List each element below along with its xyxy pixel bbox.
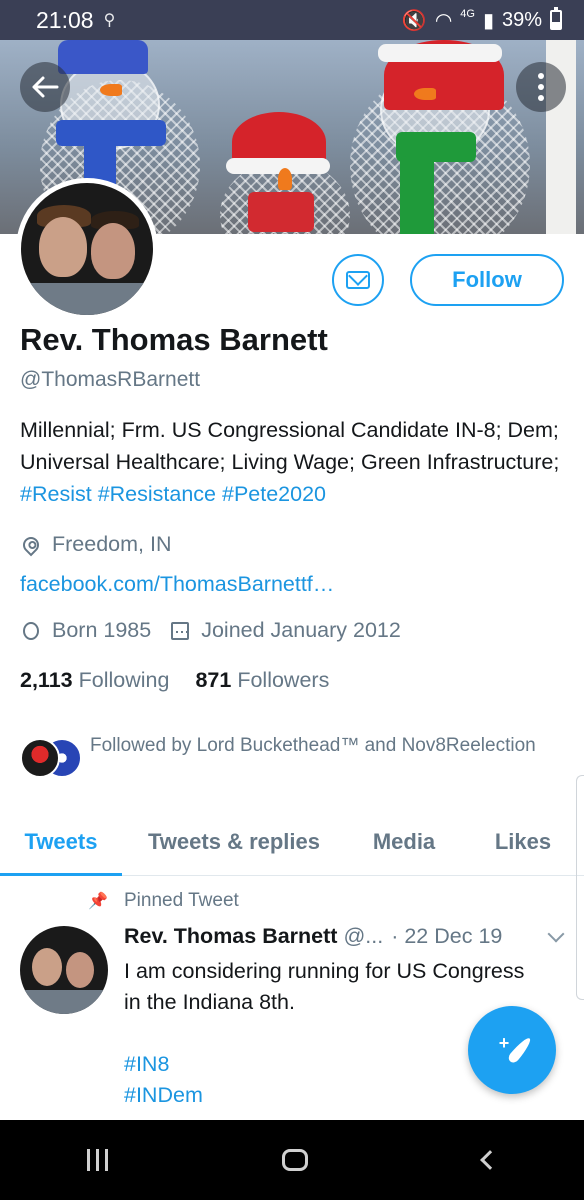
follow-button[interactable]: Follow (410, 254, 564, 306)
scroll-handle[interactable] (576, 775, 584, 1000)
profile-bio: Millennial; Frm. US Congressional Candid… (20, 414, 570, 510)
more-options-button[interactable] (516, 62, 566, 112)
hashtag-link[interactable]: #Resistance (98, 482, 216, 506)
battery-percent: 39% (501, 8, 542, 31)
back-button[interactable] (20, 62, 70, 112)
plus-icon: + (498, 1032, 510, 1053)
clock: 21:08 (36, 6, 94, 33)
pinned-label-row: 📌 Pinned Tweet (88, 890, 239, 912)
following-link[interactable]: 2,113 Following (20, 668, 169, 693)
chevron-down-icon[interactable] (547, 925, 565, 942)
tab-tweets[interactable]: Tweets (0, 808, 122, 876)
followed-by[interactable]: Followed by Lord Buckethead™ and Nov8Ree… (20, 732, 540, 778)
tweet-handle[interactable]: @... (343, 924, 383, 949)
system-nav-bar (0, 1120, 584, 1200)
envelope-icon (346, 271, 370, 289)
profile-name: Rev. Thomas Barnett (20, 322, 328, 357)
home-button[interactable] (282, 1149, 309, 1171)
green-scarf-tail (400, 156, 434, 234)
born-text: Born 1985 (52, 618, 152, 642)
tweet-text: I am considering running for US Congress… (124, 959, 525, 1014)
following-count: 2,113 (20, 668, 73, 692)
recent-apps-button[interactable] (87, 1149, 109, 1171)
tweet-author[interactable]: Rev. Thomas Barnett (124, 924, 337, 949)
calendar-icon (169, 620, 191, 642)
website-link[interactable]: facebook.com/ThomasBarnettf… (20, 572, 334, 597)
profile-handle: @ThomasRBarnett (20, 368, 201, 391)
pinned-label: Pinned Tweet (124, 890, 239, 911)
tab-tweets-replies[interactable]: Tweets & replies (122, 808, 346, 875)
profile-tabs: Tweets Tweets & replies Media Likes (0, 808, 584, 876)
wifi-icon: ◠ (434, 9, 453, 32)
status-bar: 21:08 ⚲ 🔇 ◠ 4G ▮ 39% (0, 0, 584, 40)
tab-likes[interactable]: Likes (462, 808, 584, 875)
location-text: Freedom, IN (52, 532, 172, 556)
followers-link[interactable]: 871 Followers (195, 668, 329, 693)
dates-row: Born 1985 Joined January 2012 (20, 618, 401, 643)
follow-stats: 2,113 Following 871 Followers (20, 668, 329, 693)
snowman-nose-left (100, 84, 122, 96)
profile-avatar[interactable] (16, 178, 158, 320)
hat-trim-right (378, 44, 502, 62)
hashtag-link[interactable]: #Pete2020 (222, 482, 326, 506)
signal-icon: ▮ (482, 9, 494, 32)
followers-count: 871 (195, 668, 232, 692)
status-icons: 🔇 ◠ 4G ▮ 39% (401, 7, 562, 33)
hashtag-link[interactable]: #INDem (124, 1080, 544, 1111)
tweet-header: Rev. Thomas Barnett @... · 22 Dec 19 (124, 924, 568, 949)
blue-hat (58, 40, 148, 74)
pin-icon: 📌 (88, 893, 108, 910)
location-pin-icon (19, 533, 43, 556)
tab-media[interactable]: Media (346, 808, 462, 875)
balloon-icon (20, 620, 42, 642)
battery-icon (550, 7, 562, 30)
hashtag-link[interactable]: #Resist (20, 482, 92, 506)
arrow-left-icon (32, 76, 59, 98)
hat-trim-middle (226, 158, 330, 174)
follower-avatar-1 (20, 738, 60, 778)
location-row: Freedom, IN (19, 532, 172, 557)
bio-text: Millennial; Frm. US Congressional Candid… (20, 418, 560, 474)
snowman-nose-middle (278, 168, 292, 190)
message-button[interactable] (332, 254, 384, 306)
notification-icon: ⚲ (103, 12, 116, 29)
snowman-nose-right (414, 88, 436, 100)
mute-icon: 🔇 (401, 9, 427, 32)
tweet-avatar[interactable] (20, 926, 108, 1014)
back-nav-button[interactable] (479, 1150, 500, 1170)
red-scarf (248, 192, 314, 232)
tweet-date: · 22 Dec 19 (391, 924, 503, 948)
network-type: 4G (460, 8, 475, 20)
compose-tweet-button[interactable]: + (468, 1006, 556, 1094)
more-vertical-icon (538, 73, 544, 79)
joined-text: Joined January 2012 (201, 618, 401, 642)
followed-by-text: Followed by Lord Buckethead™ and Nov8Ree… (90, 735, 536, 756)
compose-tweet-icon (506, 1035, 534, 1065)
